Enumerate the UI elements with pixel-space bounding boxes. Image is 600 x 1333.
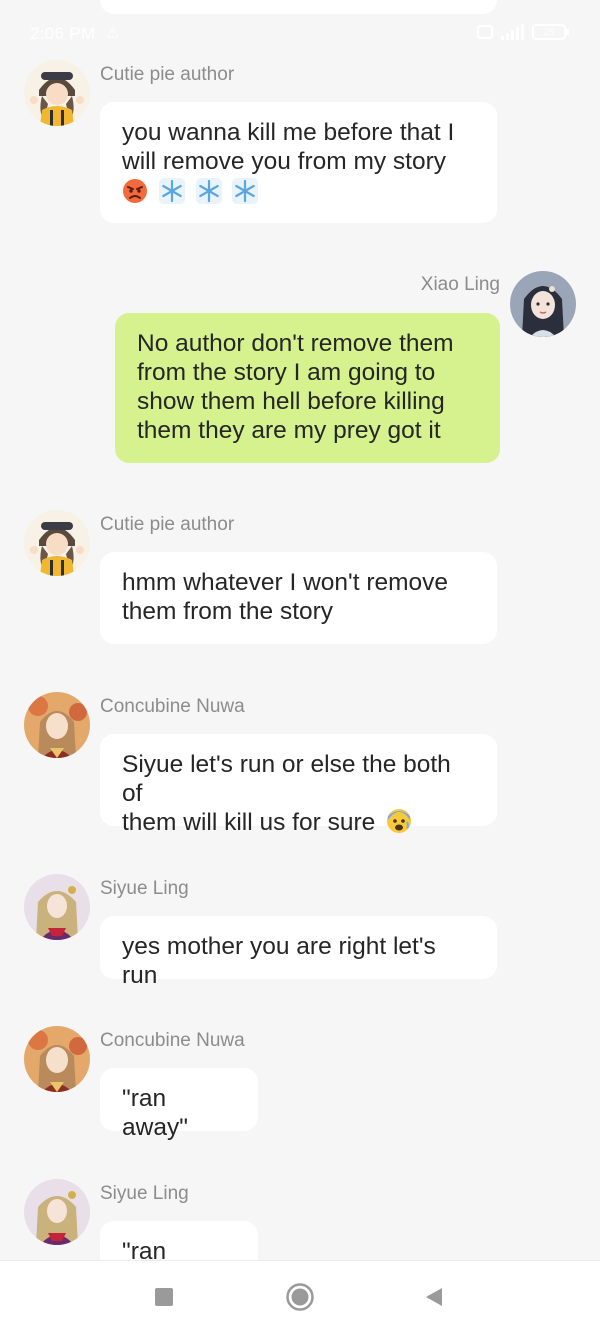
avatar-siyue-ling[interactable]	[24, 874, 90, 940]
message-bubble[interactable]: Siyue let's run or else the both of them…	[100, 734, 497, 836]
message-text-with-emoji: them will kill us for sure	[122, 808, 475, 837]
message-text-line: No author don't remove them	[137, 330, 454, 357]
message-text-line: from the story I am going to	[137, 359, 436, 386]
sender-name: Concubine Nuwa	[100, 1030, 245, 1051]
message-text-line: will remove you from my story	[122, 148, 447, 175]
signal-icon	[501, 24, 524, 40]
avatar-xiao-ling[interactable]	[510, 271, 576, 337]
angry-face-emoji	[123, 179, 147, 203]
sender-name: Concubine Nuwa	[100, 696, 245, 717]
status-bar: 2:06 PM ⚠ 25	[0, 0, 600, 60]
snowflake-emoji	[158, 178, 185, 204]
message-bubble[interactable]: hmm whatever I won't remove them from th…	[100, 552, 497, 644]
message-text-line: hmm whatever I won't remove	[122, 569, 449, 596]
message-text-line: yes mother you are right let's run	[122, 933, 436, 989]
message-bubble[interactable]: "ran away"	[100, 1068, 258, 1141]
chat-screen: 2:06 PM ⚠ 25 Cutie pie author you wanna …	[0, 0, 600, 1333]
back-triangle-icon	[426, 1288, 442, 1306]
message-text-line: them from the story	[122, 598, 334, 625]
message-text-line: them will kill us for sure	[122, 809, 376, 836]
home-button[interactable]	[260, 1261, 340, 1333]
home-circle-icon	[286, 1283, 314, 1311]
sender-name: Siyue Ling	[100, 1183, 189, 1204]
message-text-line: them they are my prey got it	[137, 417, 441, 444]
navigation-bar	[0, 1261, 600, 1333]
avatar-concubine-nuwa[interactable]	[24, 1026, 90, 1092]
warning-icon: ⚠	[106, 25, 120, 42]
recents-button[interactable]	[124, 1261, 204, 1333]
status-icons: 25	[477, 24, 569, 40]
avatar-concubine-nuwa[interactable]	[24, 692, 90, 758]
message-text-line: Siyue let's run or else the both of	[122, 751, 451, 807]
avatar-cutie-pie-author[interactable]	[24, 60, 90, 126]
back-button[interactable]	[394, 1261, 474, 1333]
sender-name: Cutie pie author	[100, 64, 235, 85]
sender-name: Cutie pie author	[100, 514, 235, 535]
snowflake-emoji	[232, 178, 259, 204]
avatar-cutie-pie-author[interactable]	[24, 510, 90, 576]
message-bubble[interactable]: you wanna kill me before that I will rem…	[100, 102, 497, 223]
sim-icon	[477, 25, 493, 39]
anxious-face-emoji	[387, 809, 412, 833]
sender-name: Xiao Ling	[420, 274, 500, 295]
message-text-line: "ran away"	[122, 1085, 188, 1141]
avatar-siyue-ling[interactable]	[24, 1179, 90, 1245]
battery-icon: 25	[532, 24, 569, 40]
message-text-line: show them hell before killing	[137, 388, 445, 415]
emoji-row	[122, 178, 475, 207]
message-bubble[interactable]: yes mother you are right let's run	[100, 916, 497, 989]
snowflake-emoji	[195, 178, 222, 204]
message-text-line: you wanna kill me before that I	[122, 119, 455, 146]
message-bubble-own[interactable]: No author don't remove them from the sto…	[115, 313, 500, 463]
sender-name: Siyue Ling	[100, 878, 189, 899]
status-time: 2:06 PM	[30, 24, 96, 43]
recents-square-icon	[155, 1288, 173, 1306]
